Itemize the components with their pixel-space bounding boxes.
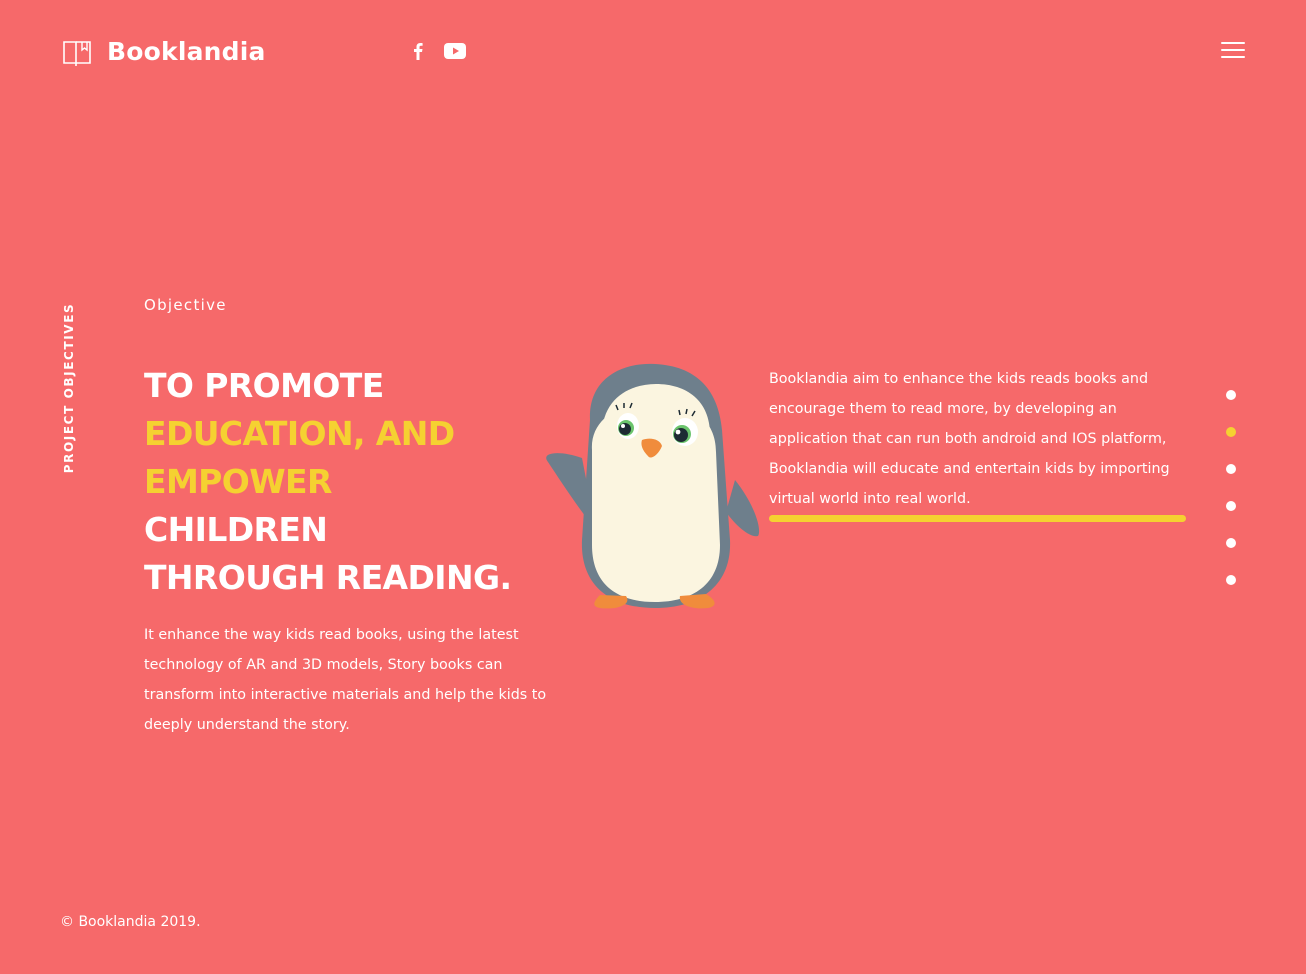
facebook-link[interactable] xyxy=(412,42,424,64)
book-icon xyxy=(62,36,92,66)
section-vertical-label: PROJECT OBJECTIVES xyxy=(62,302,76,474)
pagination-dot-5[interactable] xyxy=(1226,538,1236,548)
pagination-dot-3[interactable] xyxy=(1226,464,1236,474)
headline-line-3: CHILDREN xyxy=(144,510,328,549)
right-description: Booklandia aim to enhance the kids reads… xyxy=(769,371,1170,507)
brand-name: Booklandia xyxy=(107,36,266,66)
headline-line-1: TO PROMOTE xyxy=(144,366,384,405)
facebook-icon xyxy=(412,42,424,64)
penguin-illustration xyxy=(530,340,770,620)
section-headline: TO PROMOTE EDUCATION, AND EMPOWER CHILDR… xyxy=(144,362,524,602)
youtube-icon xyxy=(444,43,466,63)
pagination-dot-2-active[interactable] xyxy=(1226,427,1236,437)
pagination-dot-4[interactable] xyxy=(1226,501,1236,511)
accent-underline-bar xyxy=(769,515,1186,522)
section-eyebrow: Objective xyxy=(144,296,227,314)
left-description: It enhance the way kids read books, usin… xyxy=(144,627,547,733)
hamburger-menu-icon xyxy=(1221,42,1245,58)
headline-highlight-1: EDUCATION, AND xyxy=(144,414,455,453)
headline-line-4: THROUGH READING. xyxy=(144,558,512,597)
footer-copyright: © Booklandia 2019. xyxy=(60,914,201,930)
page: Booklandia PROJECT OBJECTIVES Objective … xyxy=(0,0,1306,974)
menu-button[interactable] xyxy=(1221,42,1245,60)
headline-highlight-2: EMPOWER xyxy=(144,462,332,501)
brand-logo-link[interactable]: Booklandia xyxy=(62,36,266,66)
pagination-dot-1[interactable] xyxy=(1226,390,1236,400)
pagination-dot-6[interactable] xyxy=(1226,575,1236,585)
youtube-link[interactable] xyxy=(444,43,466,63)
social-links xyxy=(412,42,466,64)
